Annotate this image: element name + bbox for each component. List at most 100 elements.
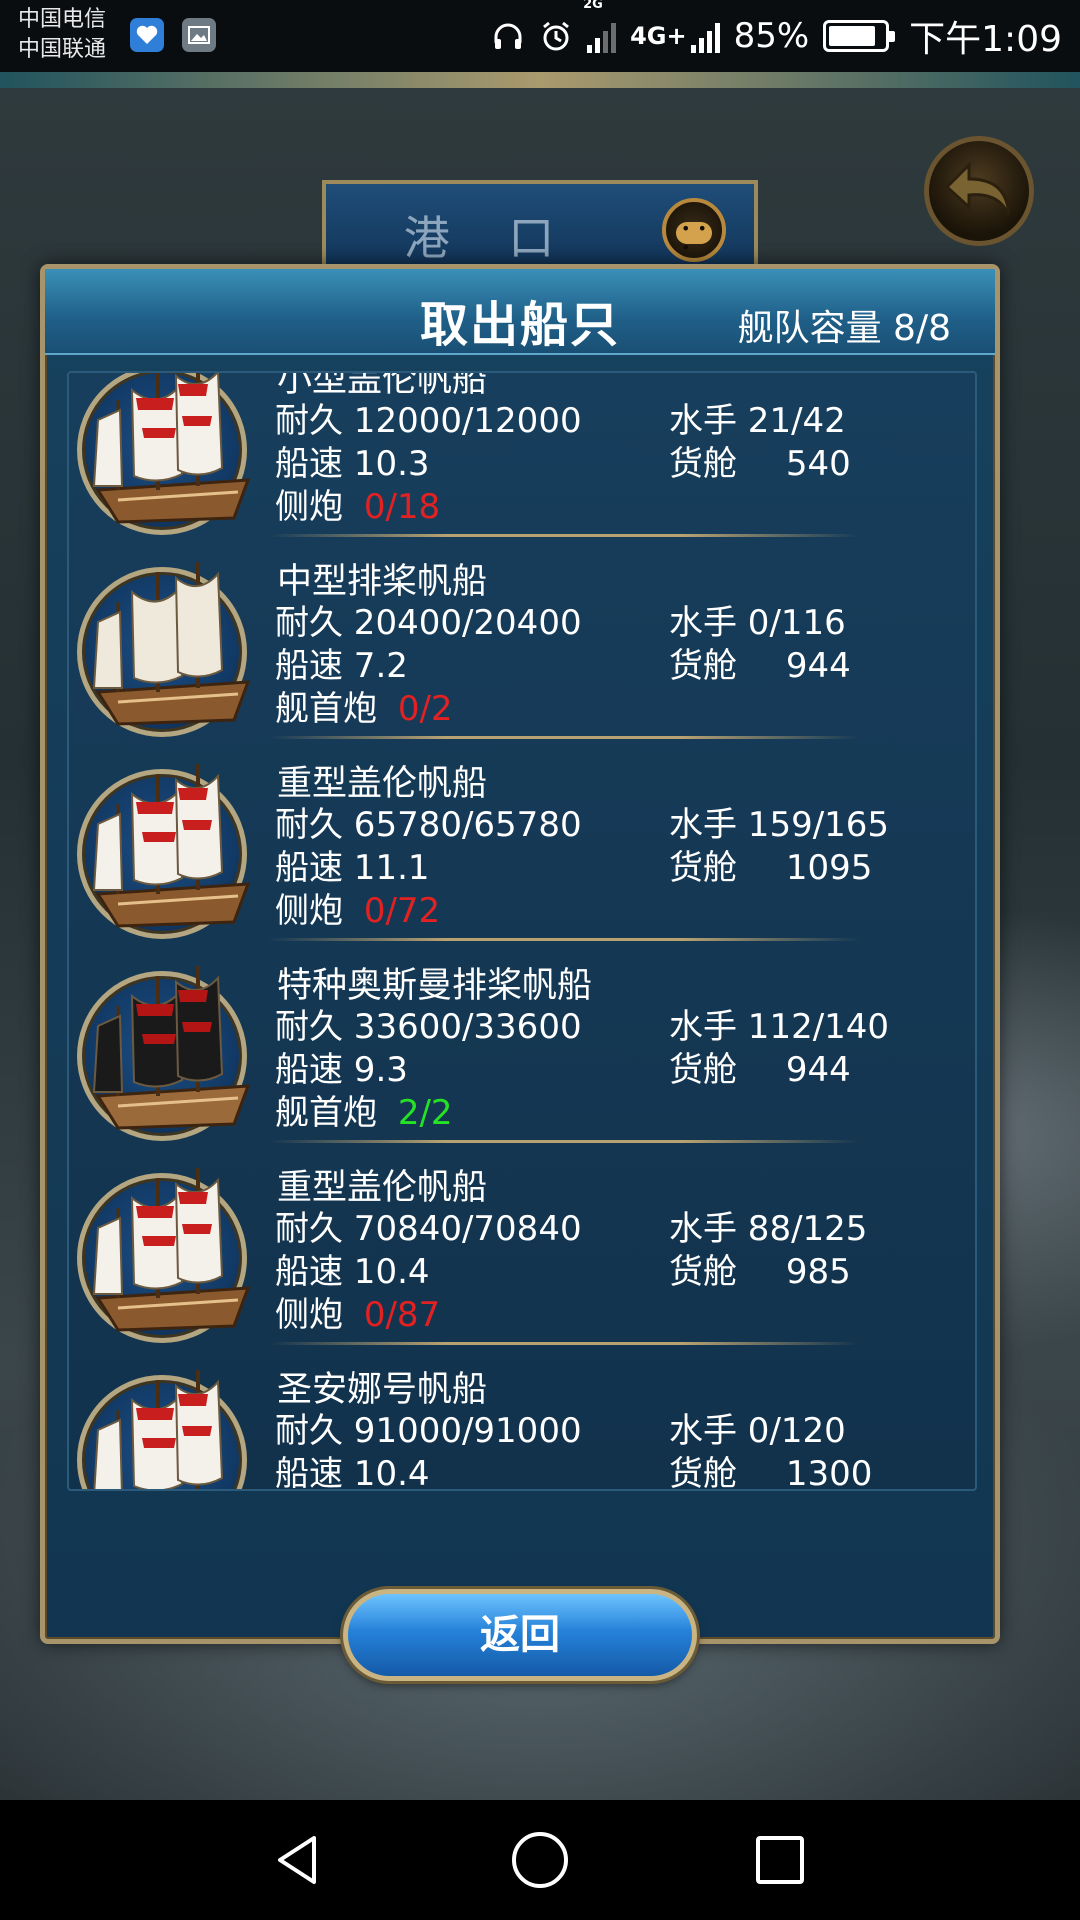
ship-portrait (77, 373, 251, 535)
top-ribbon (0, 72, 1080, 88)
cargo-label: 货舱 (669, 848, 737, 888)
ship-portrait (77, 1168, 251, 1343)
nav-recents-square-icon (756, 1836, 804, 1884)
ship-cargo: 货舱 985 (669, 1244, 851, 1293)
ship-weapon: 侧炮 0/87 (275, 1287, 440, 1336)
ship-row[interactable]: 重型盖伦帆船 耐久 65780/65780 船速 11.1 侧炮 0/72 水手… (69, 747, 975, 949)
weapon-value: 0/18 (363, 487, 441, 527)
ship-row[interactable]: 重型盖伦帆船 耐久 70840/70840 船速 10.4 侧炮 0/87 水手… (69, 1151, 975, 1353)
battery-icon (823, 20, 896, 52)
cargo-value: 985 (785, 1252, 851, 1292)
ship-durability: 耐久 65780/65780 (275, 805, 582, 845)
back-arrow-icon (944, 161, 1011, 216)
navigation-bar (0, 1800, 1080, 1920)
ship-sailors: 水手 159/165 (669, 805, 890, 845)
cargo-value: 1095 (785, 848, 873, 888)
ship-sailors: 水手 0/116 (669, 603, 846, 643)
ship-sailors: 水手 0/120 (669, 1411, 846, 1451)
weapon-value: 2/2 (397, 1093, 453, 1133)
cargo-value: 944 (785, 646, 851, 686)
ship-portrait (77, 966, 251, 1141)
ship-row[interactable]: 中型排桨帆船 耐久 20400/20400 船速 7.2 舰首炮 0/2 水手 … (69, 545, 975, 747)
weapon-label: 舰首炮 (275, 1093, 377, 1133)
ship-speed: 船速 10.3 (275, 444, 430, 484)
nav-recents-button[interactable] (710, 1800, 850, 1920)
ship-row[interactable]: 圣安娜号帆船 耐久 91000/91000 船速 10.4 水手 0/120 货… (69, 1353, 975, 1491)
row-divider (269, 534, 859, 537)
ship-speed: 船速 9.3 (275, 1050, 408, 1090)
ship-weapon (275, 1489, 285, 1491)
ship-weapon: 舰首炮 2/2 (275, 1085, 453, 1134)
ship-sailors: 水手 21/42 (669, 401, 846, 441)
return-button[interactable]: 返回 (343, 1589, 697, 1681)
ship-speed: 船速 10.4 (275, 1252, 430, 1292)
weapon-label: 舰首炮 (275, 689, 377, 729)
nav-back-button[interactable] (230, 1800, 370, 1920)
weapon-label: 侧炮 (275, 487, 343, 527)
nav-home-button[interactable] (470, 1800, 610, 1920)
cargo-value: 540 (785, 444, 851, 484)
port-banner: 港 口 (322, 180, 758, 270)
cargo-label: 货舱 (669, 1454, 737, 1491)
ship-durability: 耐久 91000/91000 (275, 1411, 582, 1451)
ship-list[interactable]: 小型盖伦帆船 耐久 12000/12000 船速 10.3 侧炮 0/18 水手… (67, 371, 977, 1491)
ship-cargo: 货舱 1095 (669, 840, 872, 889)
chat-bubble-icon[interactable] (662, 198, 726, 262)
ship-durability: 耐久 33600/33600 (275, 1007, 582, 1047)
nav-home-circle-icon (512, 1832, 568, 1888)
game-scene: 港 口 取出船只 舰队容量 8/8 小型盖伦帆船 耐久 12000/12000 … (0, 72, 1080, 1800)
ship-row[interactable]: 特种奥斯曼排桨帆船 耐久 33600/33600 船速 9.3 舰首炮 2/2 … (69, 949, 975, 1151)
port-title: 港 口 (403, 211, 577, 265)
status-bar: 中国电信 中国联通 2G 4G+ 85% 下午1:09 (0, 0, 1080, 72)
row-divider (269, 1140, 859, 1143)
cargo-label: 货舱 (669, 646, 737, 686)
gallery-app-icon (182, 18, 216, 52)
nav-back-triangle-icon (278, 1836, 316, 1884)
alarm-icon (539, 19, 573, 53)
weapon-value: 0/2 (397, 689, 453, 729)
signal-4g-icon: 4G+ (630, 19, 720, 53)
cargo-label: 货舱 (669, 1050, 737, 1090)
ship-speed: 船速 11.1 (275, 848, 430, 888)
headphones-icon (491, 19, 525, 53)
weapon-value: 0/72 (363, 891, 441, 931)
ship-cargo: 货舱 1300 (669, 1446, 873, 1491)
row-divider (269, 736, 859, 739)
cargo-value: 1300 (785, 1454, 873, 1491)
battery-percent: 85% (733, 16, 810, 56)
ship-speed: 船速 7.2 (275, 646, 408, 686)
row-divider (269, 1342, 859, 1345)
ship-cargo: 货舱 540 (669, 436, 851, 485)
ship-cargo: 货舱 944 (669, 1042, 851, 1091)
ship-sailors: 水手 112/140 (669, 1007, 890, 1047)
cargo-label: 货舱 (669, 444, 737, 484)
ship-weapon: 侧炮 0/72 (275, 883, 440, 932)
cargo-label: 货舱 (669, 1252, 737, 1292)
ship-durability: 耐久 70840/70840 (275, 1209, 582, 1249)
back-arrow-button[interactable] (924, 136, 1034, 246)
ship-portrait (77, 1370, 251, 1489)
weapon-label: 侧炮 (275, 891, 343, 931)
ship-weapon: 舰首炮 0/2 (275, 681, 453, 730)
cargo-value: 944 (785, 1050, 851, 1090)
ship-durability: 耐久 12000/12000 (275, 401, 582, 441)
dialog-header: 取出船只 舰队容量 8/8 (45, 269, 995, 355)
carrier-1-label: 中国电信 (18, 7, 107, 32)
ship-portrait (77, 562, 251, 737)
health-app-icon (130, 18, 164, 52)
clock: 下午1:09 (909, 19, 1062, 60)
fleet-capacity: 舰队容量 8/8 (737, 308, 951, 349)
row-divider (269, 938, 859, 941)
ship-weapon: 侧炮 0/18 (275, 479, 440, 528)
carrier-2-label: 中国联通 (18, 37, 107, 62)
ship-portrait (77, 764, 251, 939)
ship-cargo: 货舱 944 (669, 638, 851, 687)
ship-speed: 船速 10.4 (275, 1454, 430, 1491)
signal-2g-icon: 2G (583, 0, 617, 53)
ship-durability: 耐久 20400/20400 (275, 603, 582, 643)
ship-row[interactable]: 小型盖伦帆船 耐久 12000/12000 船速 10.3 侧炮 0/18 水手… (69, 373, 975, 545)
withdraw-ship-dialog: 取出船只 舰队容量 8/8 小型盖伦帆船 耐久 12000/12000 船速 1… (40, 264, 1000, 1681)
weapon-value: 0/87 (363, 1295, 441, 1335)
weapon-label: 侧炮 (275, 1295, 343, 1335)
ship-sailors: 水手 88/125 (669, 1209, 868, 1249)
